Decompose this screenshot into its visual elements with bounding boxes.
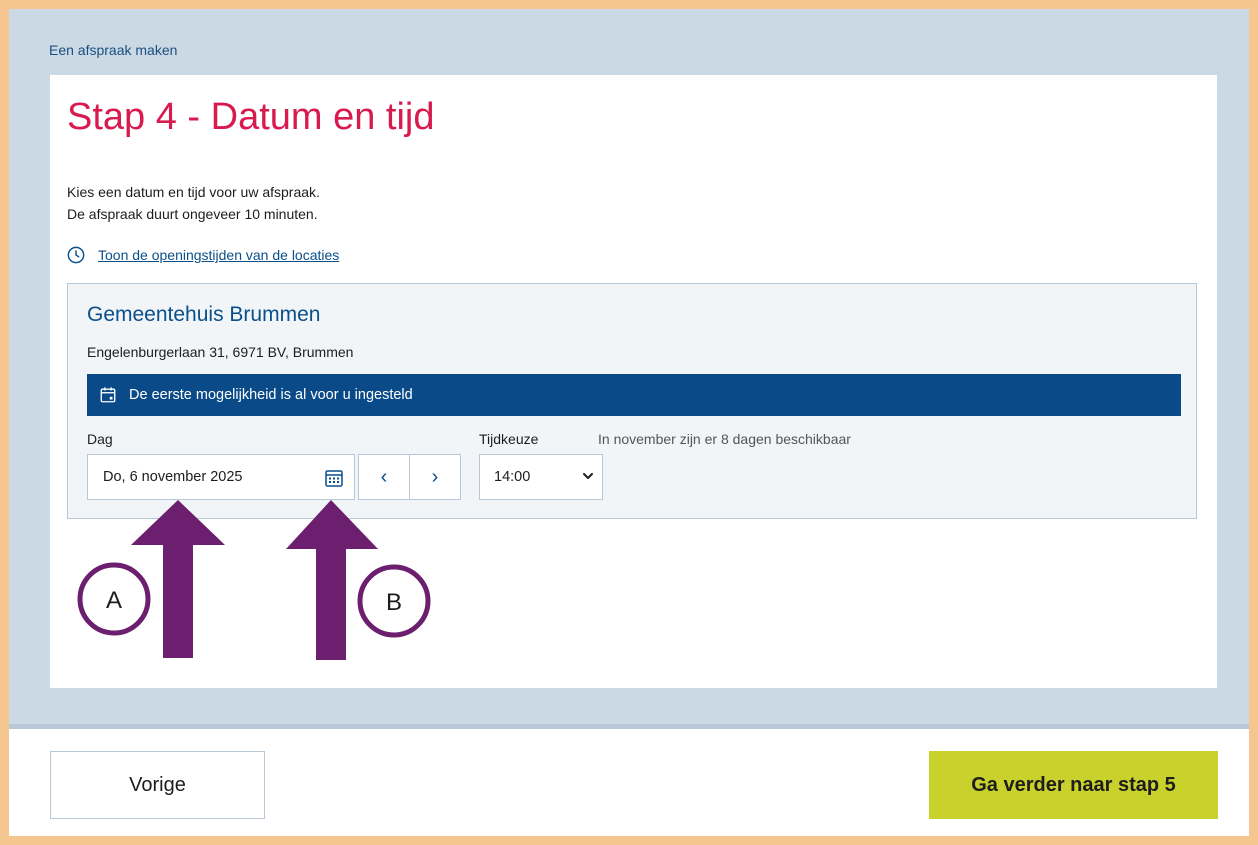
intro-line-1: Kies een datum en tijd voor uw afspraak. [67, 184, 320, 200]
notice-text: De eerste mogelijkheid is al voor u inge… [129, 387, 413, 403]
location-address: Engelenburgerlaan 31, 6971 BV, Brummen [87, 344, 354, 360]
location-card: Gemeentehuis Brummen Engelenburgerlaan 3… [67, 283, 1197, 519]
date-input-value: Do, 6 november 2025 [103, 469, 243, 485]
footer-bar: Vorige Ga verder naar stap 5 [9, 724, 1249, 836]
date-input[interactable]: Do, 6 november 2025 [87, 454, 355, 500]
chevron-left-icon: ‹ [380, 465, 388, 488]
page-frame: Een afspraak maken Stap 4 - Datum en tij… [9, 9, 1249, 836]
opening-hours-link-label[interactable]: Toon de openingstijden van de locaties [98, 247, 339, 263]
availability-hint: In november zijn er 8 dagen beschikbaar [598, 431, 851, 447]
location-name: Gemeentehuis Brummen [87, 303, 321, 326]
main-panel: Stap 4 - Datum en tijd Kies een datum en… [50, 75, 1217, 688]
intro-line-2: De afspraak duurt ongeveer 10 minuten. [67, 206, 318, 222]
previous-step-button[interactable]: Vorige [50, 751, 265, 819]
day-label: Dag [87, 431, 113, 447]
page-title: Stap 4 - Datum en tijd [67, 96, 435, 138]
first-availability-notice: De eerste mogelijkheid is al voor u inge… [87, 374, 1181, 416]
calendar-icon [100, 387, 116, 403]
next-day-button[interactable]: › [409, 454, 461, 500]
clock-icon [67, 246, 85, 264]
calendar-picker-icon[interactable] [324, 468, 344, 488]
previous-day-button[interactable]: ‹ [358, 454, 410, 500]
intro-text: Kies een datum en tijd voor uw afspraak.… [67, 181, 320, 225]
chevron-right-icon: › [431, 465, 439, 488]
breadcrumb[interactable]: Een afspraak maken [49, 42, 177, 58]
next-step-button[interactable]: Ga verder naar stap 5 [929, 751, 1218, 819]
time-label: Tijdkeuze [479, 431, 539, 447]
opening-hours-link[interactable]: Toon de openingstijden van de locaties [67, 246, 339, 264]
time-select[interactable]: 14:00 [479, 454, 603, 500]
chevron-down-icon [583, 473, 593, 479]
time-select-value: 14:00 [494, 469, 531, 485]
